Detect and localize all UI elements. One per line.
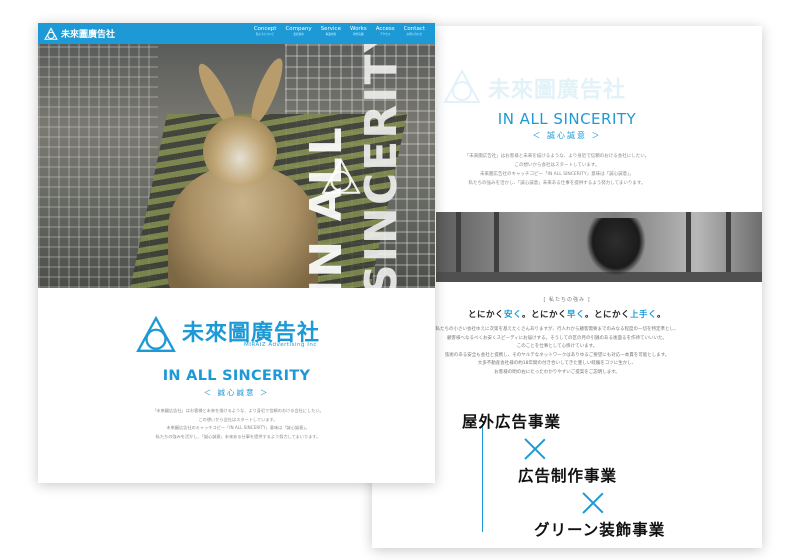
hero-image: IN ALL SINCERITY [38, 44, 435, 288]
strength-paragraph: 私たちの小さい会社ゆえに次第を基えたくさんありますが、行人れから顧客需要までのみ… [432, 326, 682, 377]
intro-line: 私たちの強みを活かし、「誠心誠意」未来ある仕事を提供するよう努力してまいります。 [468, 181, 646, 186]
brand-emblem-icon [44, 26, 58, 40]
cross-icon [582, 492, 604, 514]
intro-line: この想いから会社はスタートしています。 [514, 163, 600, 168]
brand-emblem-icon [136, 315, 176, 352]
nav-item-contact[interactable]: Contact お問い合わせ [404, 26, 425, 37]
service-outdoor-ads[interactable]: 屋外広告事業 [462, 410, 561, 432]
gorilla-figure [586, 218, 646, 276]
intro-line: 未來圖広告社のキャッチコピー「IN ALL SINCERITY」意味は「誠心誠意… [480, 172, 634, 177]
homepage-preview: 未來圖廣告社 Concept 私たちについて Company 会社案内 Serv… [38, 23, 435, 483]
concept-line: この想いから会社はスタートしています。 [198, 416, 278, 422]
hero-vertical-text: SINCERITY [356, 44, 407, 288]
nav-logo-text: 未來圖廣告社 [61, 30, 116, 40]
brand-emblem-icon [321, 158, 361, 194]
strength-line: このことを仕事として心掛けています。 [516, 344, 598, 349]
concept-paragraph: 「未來圖広告社」はお客様と未来を描けるような、より身近で信頼のおける会社にしたい… [128, 407, 348, 441]
concept-headline: IN ALL SINCERITY [162, 368, 311, 384]
nav-logo[interactable]: 未來圖廣告社 [44, 26, 115, 41]
brand-logo: 未來圖廣告社 MIRAIZ Advertising Inc [134, 315, 344, 359]
nav-item-works[interactable]: Works 制作実績 [350, 26, 367, 37]
faded-logo-text: 未來圖廣告社 [488, 78, 627, 103]
concept-subheadline: ＜ 誠心誠意 ＞ [203, 388, 270, 397]
bunny-costume-head [203, 116, 277, 186]
faded-logo: 未來圖廣告社 [442, 68, 625, 108]
nav-item-concept[interactable]: Concept 私たちについて [254, 26, 277, 37]
strength-line: 大多不動産会社様の約18年間の付き合いしてきた豊しい経験をコツに生かし、 [477, 361, 637, 366]
cross-icon [524, 438, 546, 460]
service-ad-production[interactable]: 広告制作事業 [518, 464, 617, 486]
intro-line: 「未來圖広告社」はお客様と未来を描けるような、より身近で信頼のおける会社にしたい… [464, 154, 650, 159]
gorilla-photo [436, 212, 762, 282]
intro-paragraph: 「未來圖広告社」はお客様と未来を描けるような、より身近で信頼のおける会社にしたい… [452, 152, 662, 188]
strength-line: 私たちの小さい会社ゆえに次第を基えたくさんありますが、行人れから顧客需要までのみ… [435, 327, 679, 332]
services-connector-line [482, 424, 483, 532]
concept-line: 「未來圖広告社」はお客様と未来を描けるような、より身近で信頼のおける会社にしたい… [152, 408, 324, 413]
top-nav-bar: 未來圖廣告社 Concept 私たちについて Company 会社案内 Serv… [38, 23, 435, 44]
nav-item-access[interactable]: Access アクセス [376, 26, 395, 37]
nav-item-service[interactable]: Service 事業内容 [321, 26, 341, 37]
strength-line: 顧客様へなるべくお安くスピーディにお届けする。そうしての区の月の引銭のある後面る… [446, 335, 668, 341]
nav-menu: Concept 私たちについて Company 会社案内 Service 事業内… [254, 26, 425, 37]
service-green-decoration[interactable]: グリーン装飾事業 [534, 518, 665, 540]
strength-line: お客様の明の右にたったわかりやすいご提案をご説明します。 [494, 369, 620, 375]
brand-emblem-icon [443, 68, 481, 103]
concept-line: 未來圖広告社のキャッチコピー「IN ALL SINCERITY」意味は「誠心誠意… [166, 425, 310, 430]
nav-item-company[interactable]: Company 会社案内 [285, 26, 311, 37]
strength-line: 弦術のある安全も会社と提携し、そのヤルテなネットワークはありゆるご要望にも対応一… [444, 352, 670, 358]
concept-line: 私たちの強みを活かし、「誠心誠意」未来ある仕事を提供するよう努力してまいります。 [155, 433, 321, 439]
brand-subtitle: MIRAIZ Advertising Inc [244, 342, 317, 348]
